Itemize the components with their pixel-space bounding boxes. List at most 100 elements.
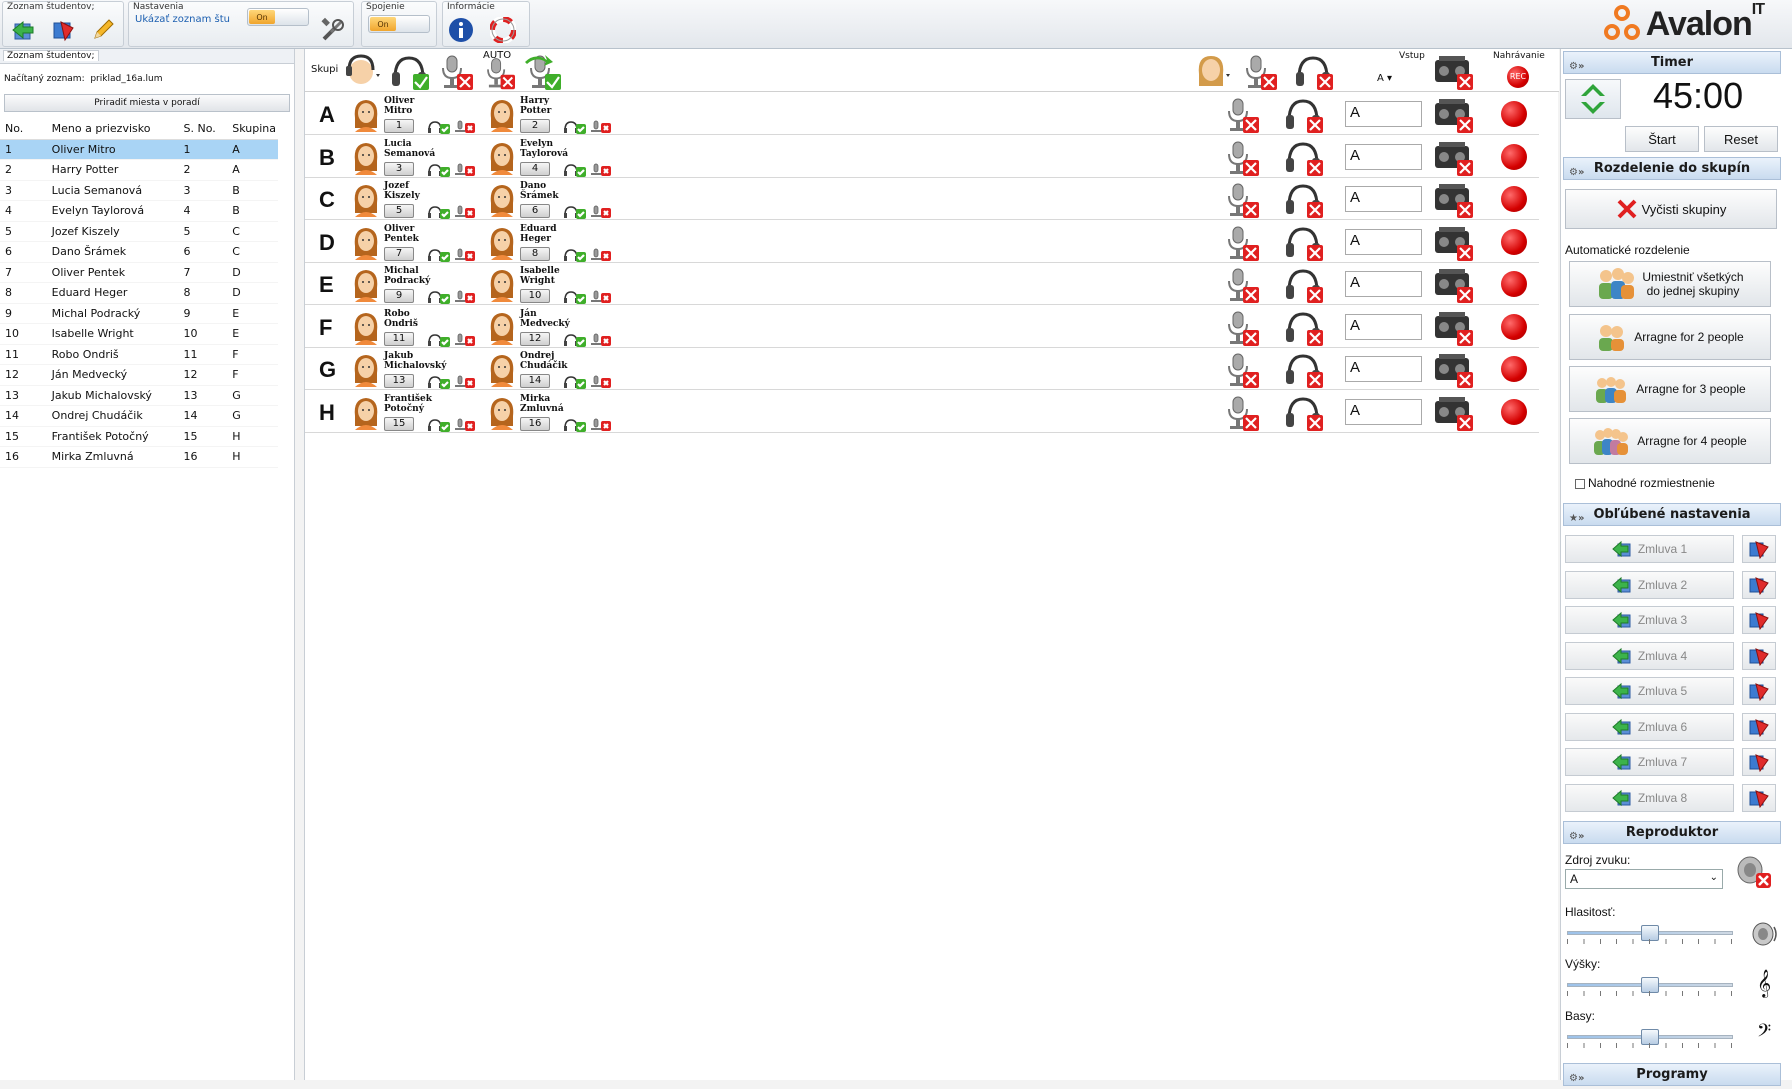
all-one-group-button[interactable]: Umiestniť všetkých do jednej skupiny: [1569, 261, 1771, 307]
group-record-button[interactable]: [1501, 228, 1527, 255]
favorite-save-button[interactable]: [1742, 783, 1776, 812]
group-mic-off-icon[interactable]: [1219, 308, 1259, 348]
table-row[interactable]: 9 Michal Podracký 9 E: [0, 303, 278, 324]
info-icon[interactable]: [447, 16, 475, 44]
mic-muted-icon[interactable]: [589, 333, 613, 347]
group-recorder-off-icon[interactable]: [1433, 223, 1473, 263]
headphones-ok-icon[interactable]: [563, 375, 587, 389]
student-avatar[interactable]: [487, 141, 517, 175]
student-seat-a[interactable]: Jozef Kiszely 5: [351, 181, 483, 219]
student-avatar[interactable]: [351, 141, 381, 175]
group-record-button[interactable]: [1501, 356, 1527, 382]
favorite-save-button[interactable]: [1742, 570, 1776, 599]
group-record-button[interactable]: [1501, 398, 1527, 425]
all-recorder-off-icon[interactable]: [1433, 52, 1473, 92]
student-seat-a[interactable]: Robo Ondriš 11: [351, 309, 483, 347]
table-row[interactable]: 13 Jakub Michalovský 13 G: [0, 385, 278, 406]
headphones-ok-icon[interactable]: [427, 418, 451, 432]
mic-muted-icon[interactable]: [453, 333, 477, 347]
volume-slider[interactable]: [1567, 925, 1733, 944]
groups-header[interactable]: ⚙» Rozdelenie do skupín: [1563, 157, 1781, 180]
favorite-load-button[interactable]: Zmluva 5: [1565, 677, 1734, 705]
favorite-load-button[interactable]: Zmluva 8: [1565, 783, 1734, 812]
group-headphones-off-icon[interactable]: [1283, 308, 1323, 348]
favorites-header[interactable]: ★» Obľúbené nastavenia: [1563, 503, 1781, 526]
group-headphones-off-icon[interactable]: [1283, 95, 1323, 135]
student-avatar[interactable]: [487, 396, 517, 430]
group-input-field[interactable]: A: [1345, 228, 1422, 255]
headphones-ok-icon[interactable]: [563, 163, 587, 177]
group-mic-off-icon[interactable]: [1219, 350, 1259, 390]
teacher-headset-menu-icon[interactable]: [343, 52, 383, 92]
timer-start-button[interactable]: Štart: [1625, 126, 1699, 152]
auto-mic-off-icon[interactable]: [477, 55, 517, 95]
group-record-button[interactable]: [1501, 271, 1527, 297]
help-lifebuoy-icon[interactable]: [489, 16, 517, 44]
student-seat-b[interactable]: Harry Potter 2: [487, 96, 619, 134]
favorite-save-button[interactable]: [1742, 606, 1776, 634]
input-select[interactable]: A ▾: [1377, 73, 1392, 84]
speaker-muted-icon[interactable]: [1732, 855, 1772, 889]
student-avatar[interactable]: [487, 183, 517, 217]
headphones-ok-icon[interactable]: [427, 120, 451, 134]
student-avatar[interactable]: [487, 226, 517, 260]
show-list-toggle[interactable]: On: [247, 8, 309, 26]
group-headphones-off-icon[interactable]: [1283, 180, 1323, 220]
headphones-ok-icon[interactable]: [427, 205, 451, 219]
headphones-ok-icon[interactable]: [563, 290, 587, 304]
speaker-header[interactable]: ⚙» Reproduktor: [1563, 821, 1781, 844]
group-headphones-off-icon[interactable]: [1283, 138, 1323, 178]
group-record-button[interactable]: [1501, 313, 1527, 340]
table-row[interactable]: 10 Isabelle Wright 10 E: [0, 323, 278, 345]
headphones-ok-icon[interactable]: [427, 333, 451, 347]
all-headphones-off-icon[interactable]: [1293, 52, 1333, 92]
timer-adjust-button[interactable]: [1565, 79, 1621, 119]
student-avatar[interactable]: [351, 353, 381, 387]
student-seat-a[interactable]: František Potočný 15: [351, 394, 483, 432]
assign-seats-button[interactable]: Priradiť miesta v poradí: [4, 94, 290, 112]
column-header[interactable]: Meno a priezvisko: [46, 119, 179, 140]
table-row[interactable]: 11 Robo Ondriš 11 F: [0, 344, 278, 365]
auto-connect-icon[interactable]: [521, 52, 561, 92]
mic-muted-icon[interactable]: [453, 205, 477, 219]
bass-slider[interactable]: [1567, 1029, 1733, 1048]
mic-muted-icon[interactable]: [453, 120, 477, 134]
student-avatar[interactable]: [487, 268, 517, 302]
headphones-ok-icon[interactable]: [563, 333, 587, 347]
group-recorder-off-icon[interactable]: [1433, 138, 1473, 178]
student-avatar[interactable]: [351, 311, 381, 345]
table-row[interactable]: 1 Oliver Mitro 1 A: [0, 139, 278, 160]
rec-all-button[interactable]: REC: [1507, 66, 1529, 88]
column-header[interactable]: No.: [0, 119, 47, 140]
group-mic-off-icon[interactable]: [1219, 393, 1259, 433]
student-avatar[interactable]: [487, 311, 517, 345]
student-seat-a[interactable]: Jakub Michalovský 13: [351, 351, 483, 389]
favorite-save-button[interactable]: [1742, 535, 1776, 563]
headphones-ok-icon[interactable]: [427, 248, 451, 262]
group-headphones-off-icon[interactable]: [1283, 265, 1323, 305]
group-input-field[interactable]: A: [1345, 101, 1422, 127]
random-checkbox[interactable]: [1575, 479, 1585, 489]
clear-groups-button[interactable]: Vyčisti skupiny: [1565, 189, 1777, 229]
favorite-load-button[interactable]: Zmluva 1: [1565, 535, 1734, 563]
mic-muted-icon[interactable]: [589, 163, 613, 177]
student-seat-b[interactable]: Mirka Zmluvná 16: [487, 394, 619, 432]
group-recorder-off-icon[interactable]: [1433, 265, 1473, 305]
timer-header[interactable]: ⚙» Timer: [1563, 51, 1781, 74]
headphones-ok-icon[interactable]: [563, 205, 587, 219]
group-input-field[interactable]: A: [1345, 186, 1422, 212]
favorite-load-button[interactable]: Zmluva 6: [1565, 712, 1734, 741]
group-input-field[interactable]: A: [1345, 313, 1422, 340]
programs-header[interactable]: ⚙» Programy: [1563, 1063, 1781, 1086]
headphones-on-icon[interactable]: [389, 52, 429, 92]
favorite-load-button[interactable]: Zmluva 2: [1565, 570, 1734, 599]
column-header[interactable]: S. No.: [178, 119, 228, 140]
all-mic-off-icon[interactable]: [1237, 52, 1277, 92]
arrange-2-button[interactable]: Arragne for 2 people: [1569, 314, 1771, 360]
group-record-button[interactable]: [1501, 101, 1527, 127]
table-row[interactable]: 2 Harry Potter 2 A: [0, 159, 278, 181]
group-recorder-off-icon[interactable]: [1433, 308, 1473, 348]
student-menu-icon[interactable]: [1193, 52, 1233, 92]
headphones-ok-icon[interactable]: [563, 418, 587, 432]
group-mic-off-icon[interactable]: [1219, 180, 1259, 220]
